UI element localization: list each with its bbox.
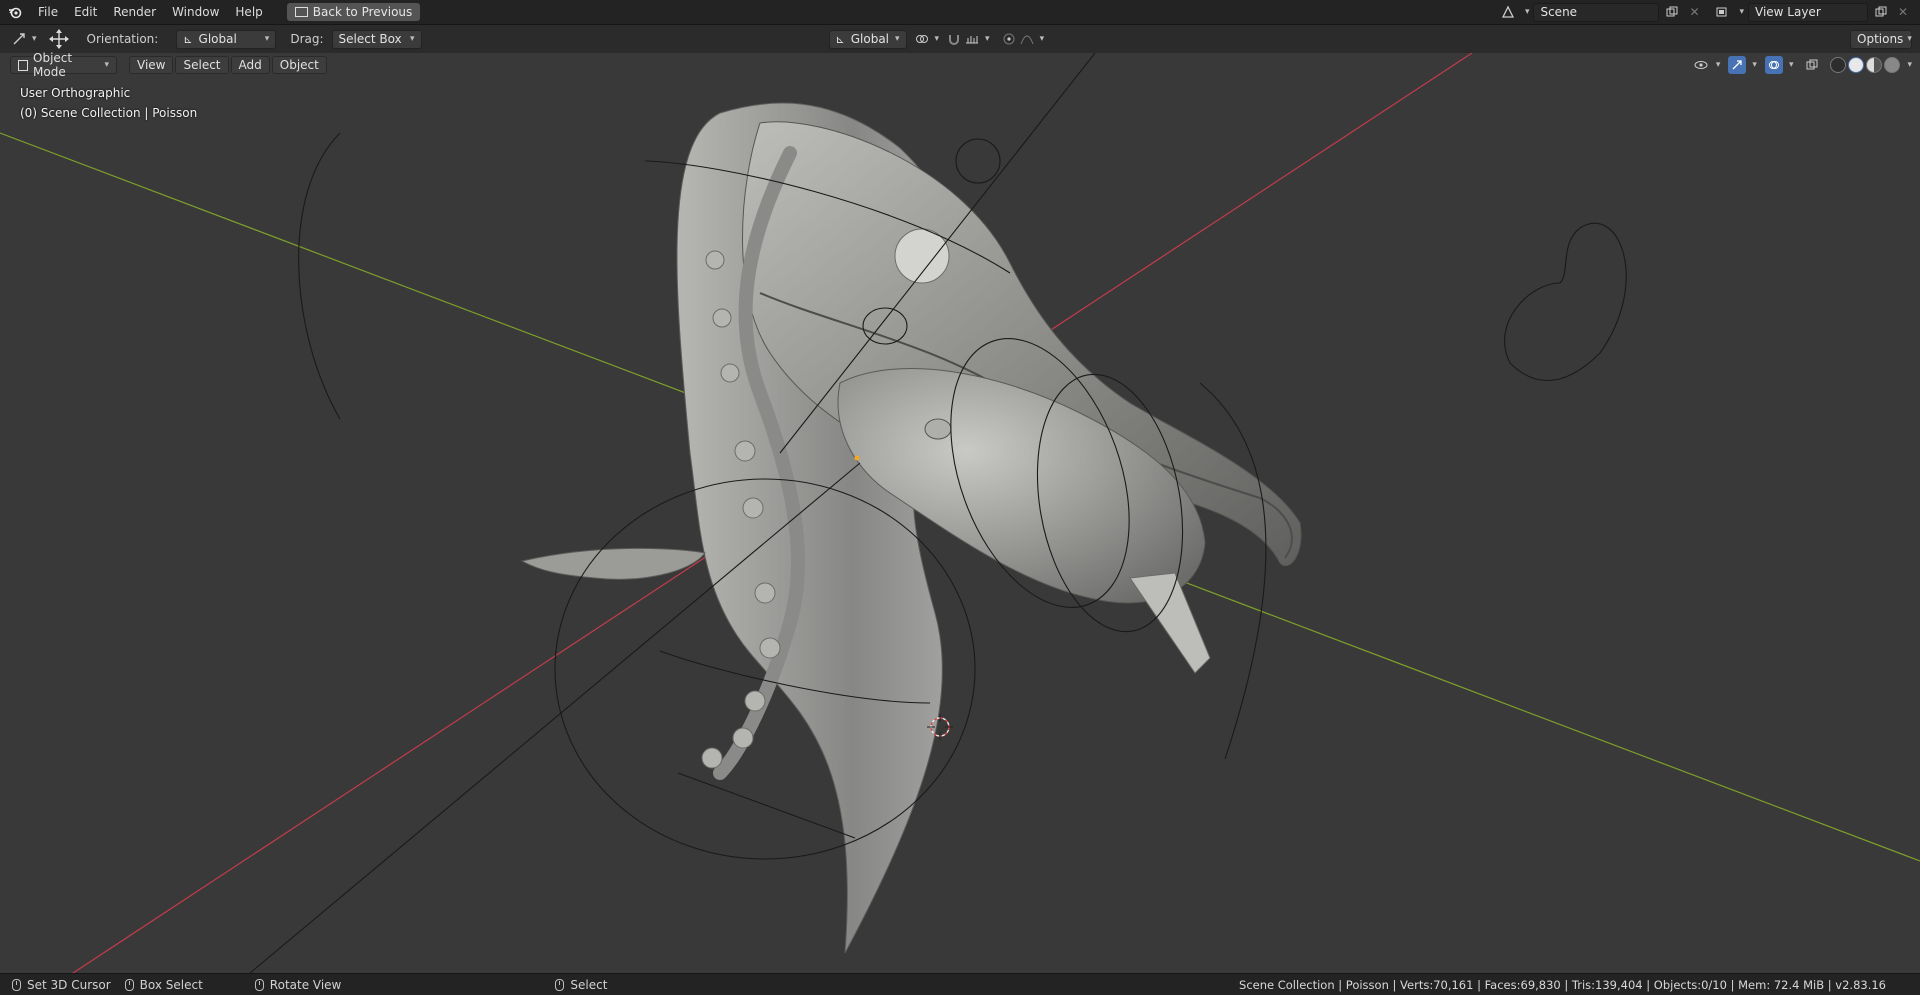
snap-icon[interactable] [945, 30, 963, 48]
shading-modes [1829, 57, 1901, 73]
blender-logo-icon[interactable] [6, 3, 24, 21]
menu-add[interactable]: Add [230, 56, 270, 74]
object-origin [854, 455, 860, 461]
view-layer-value: View Layer [1755, 5, 1821, 19]
status-label: Select [570, 977, 608, 992]
scene-icon[interactable] [1499, 3, 1517, 21]
transform-orientation-value: Global [850, 32, 890, 46]
chevron-down-icon[interactable]: ▾ [1040, 34, 1045, 44]
chevron-down-icon[interactable]: ▾ [1789, 60, 1794, 70]
viewport-scene [0, 52, 1920, 976]
global-axis-icon: ⊾ [183, 32, 193, 46]
new-scene-icon[interactable] [1663, 3, 1681, 21]
orientation-value: Global [198, 32, 237, 46]
chevron-down-icon[interactable]: ▾ [1907, 60, 1912, 70]
global-axis-icon: ⊾ [835, 32, 845, 46]
options-label: Options [1857, 32, 1904, 46]
solid-shading-icon[interactable] [1848, 57, 1865, 73]
mouse-left-icon [12, 978, 21, 991]
chevron-down-icon[interactable]: ▾ [32, 34, 37, 44]
chevron-down-icon[interactable]: ▾ [1739, 7, 1744, 17]
fish-tail [1129, 572, 1211, 674]
fin-left [520, 547, 706, 580]
overlays-icon[interactable] [1764, 56, 1783, 74]
menu-object[interactable]: Object [271, 56, 327, 74]
snap-increment-icon[interactable] [963, 30, 981, 48]
menu-file[interactable]: File [30, 2, 66, 22]
mouse-drag-icon [124, 978, 134, 991]
scene-value: Scene [1540, 5, 1578, 19]
collection-info: (0) Scene Collection | Poisson [20, 106, 198, 120]
status-label: Rotate View [269, 977, 342, 992]
drag-value: Select Box [338, 32, 402, 46]
object-mode-icon [18, 59, 29, 71]
proportional-editing-icon[interactable] [1000, 30, 1018, 48]
chevron-down-icon: ▾ [409, 34, 415, 44]
status-label: Set 3D Cursor [27, 977, 111, 992]
chevron-down-icon: ▾ [1907, 34, 1912, 44]
menu-select[interactable]: Select [175, 56, 229, 74]
mouse-right-icon [555, 978, 565, 991]
pivot-point-icon[interactable] [913, 30, 931, 48]
chevron-down-icon: ▾ [104, 60, 109, 70]
options-dropdown[interactable]: Options ▾ [1850, 29, 1912, 49]
chevron-down-icon: ▾ [894, 34, 900, 44]
menu-edit[interactable]: Edit [66, 2, 105, 22]
view-layer-icon[interactable] [1713, 3, 1731, 21]
close-icon[interactable]: ✕ [1894, 3, 1912, 21]
chevron-down-icon[interactable]: ▾ [985, 34, 990, 44]
scene-statistics: Scene Collection | Poisson | Verts:70,16… [1239, 977, 1886, 992]
wireframe-shading-icon[interactable] [1830, 57, 1847, 73]
chevron-down-icon[interactable]: ▾ [935, 34, 940, 44]
status-label: Box Select [139, 977, 203, 992]
status-select: Select [555, 978, 607, 992]
menu-render[interactable]: Render [105, 2, 164, 22]
view-name: User Orthographic [20, 86, 131, 100]
scene-field[interactable]: Scene [1533, 2, 1660, 22]
transform-orientation-dropdown[interactable]: ⊾ Global ▾ [828, 29, 907, 49]
mode-value: Object Mode [33, 51, 73, 79]
orientation-label: Orientation: [86, 32, 159, 46]
top-bar: File Edit Render Window Help Back to Pre… [0, 0, 1920, 25]
menu-help[interactable]: Help [227, 2, 270, 22]
rendered-shading-icon[interactable] [1884, 57, 1901, 73]
drag-dropdown[interactable]: Select Box ▾ [331, 29, 422, 49]
tool-settings-bar: ▾ Orientation: ⊾ Global ▾ Drag: Select B… [0, 25, 1920, 53]
status-set-3d-cursor: Set 3D Cursor [12, 978, 111, 992]
chevron-down-icon[interactable]: ▾ [1716, 60, 1721, 70]
chevron-down-icon: ▾ [264, 34, 270, 44]
status-rotate-view: Rotate View [254, 977, 342, 992]
eye-sphere [894, 228, 950, 284]
status-box-select: Box Select [124, 977, 203, 992]
back-to-previous-button[interactable]: Back to Previous [286, 3, 421, 21]
drag-label: Drag: [290, 32, 324, 46]
fish-eye [924, 418, 952, 440]
tool-mode-icon[interactable] [10, 30, 28, 48]
close-icon[interactable]: ✕ [1685, 3, 1703, 21]
view-layer-field[interactable]: View Layer [1748, 2, 1868, 22]
new-view-layer-icon[interactable] [1872, 3, 1890, 21]
chevron-down-icon[interactable]: ▾ [1752, 60, 1757, 70]
back-to-previous-label: Back to Previous [312, 5, 413, 19]
visibility-icon[interactable] [1692, 56, 1710, 74]
status-bar: Set 3D Cursor Box Select Rotate View Sel… [0, 973, 1920, 995]
menu-view[interactable]: View [129, 56, 174, 74]
viewport-header: Object Mode ▾ View Select Add Object ▾ ▾… [0, 51, 1920, 79]
move-icon[interactable] [47, 29, 71, 49]
xray-icon[interactable] [1803, 56, 1821, 74]
material-preview-icon[interactable] [1866, 57, 1883, 73]
orientation-dropdown[interactable]: ⊾ Global ▾ [176, 29, 277, 49]
falloff-curve-icon[interactable] [1018, 30, 1036, 48]
mouse-middle-icon [254, 978, 264, 991]
3d-viewport[interactable]: User Orthographic (0) Scene Collection |… [0, 52, 1920, 976]
mode-dropdown[interactable]: Object Mode ▾ [10, 51, 117, 79]
menu-window[interactable]: Window [164, 2, 227, 22]
screen-icon [294, 7, 308, 17]
gizmo-icon[interactable] [1728, 56, 1747, 74]
chevron-down-icon[interactable]: ▾ [1525, 7, 1530, 17]
